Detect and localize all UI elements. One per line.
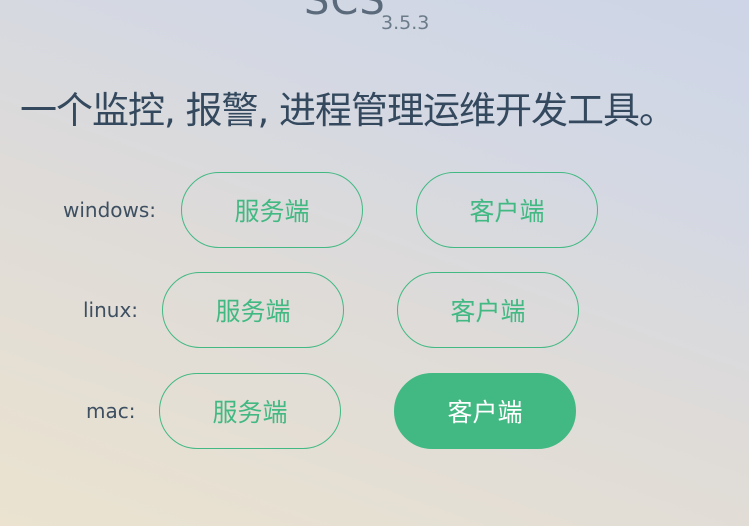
os-label-linux: linux: (83, 298, 139, 322)
linux-server-download-button[interactable]: 服务端 (162, 272, 344, 348)
logo-title: SCS (304, 0, 386, 24)
mac-server-download-button[interactable]: 服务端 (159, 373, 341, 449)
mac-client-download-button[interactable]: 客户端 (394, 373, 576, 449)
version-label: 3.5.3 (381, 12, 430, 34)
tagline: 一个监控, 报警, 进程管理运维开发工具。 (20, 89, 676, 132)
windows-client-download-button[interactable]: 客户端 (416, 172, 598, 248)
linux-client-download-button[interactable]: 客户端 (397, 272, 579, 348)
windows-server-download-button[interactable]: 服务端 (181, 172, 363, 248)
os-label-windows: windows: (63, 198, 157, 222)
os-label-mac: mac: (86, 399, 136, 423)
